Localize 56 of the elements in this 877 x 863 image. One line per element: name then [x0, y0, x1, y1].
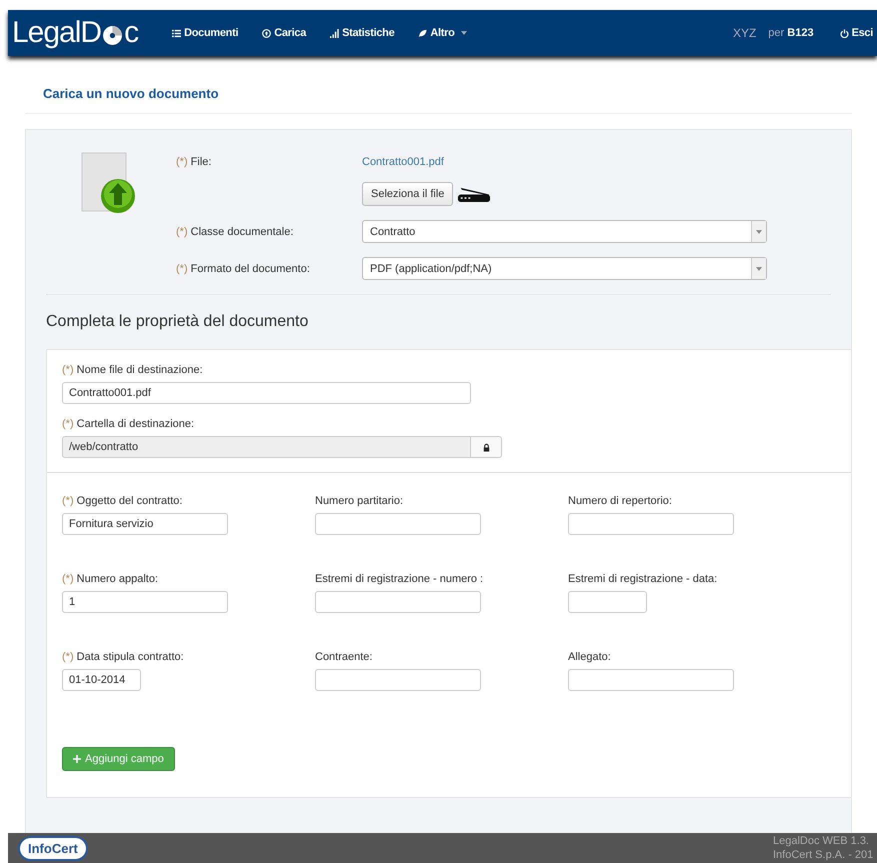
leaf-icon: [418, 28, 428, 38]
user-label: per B123: [768, 27, 814, 39]
nav-link[interactable]: Documenti: [160, 27, 250, 39]
field-label: (*) Nome file di destinazione:: [62, 364, 204, 376]
field-label: (*) Cartella di destinazione:: [62, 418, 196, 430]
input-field[interactable]: 1: [62, 591, 228, 613]
power-icon: [840, 28, 849, 38]
disc-icon: [102, 25, 124, 46]
dropdown-field[interactable]: PDF (application/pdf;NA): [362, 257, 767, 280]
field-label: Contraente:: [315, 651, 374, 663]
field-label: (*) Formato del documento:: [176, 262, 311, 275]
plus-icon: [73, 755, 81, 763]
input-field[interactable]: [315, 513, 481, 535]
lock-button[interactable]: [471, 436, 502, 458]
scanner-icon: [457, 186, 492, 202]
field-label: Numero di repertorio:: [568, 495, 673, 507]
input-field[interactable]: Fornitura servizio: [62, 513, 228, 535]
input-field[interactable]: /web/contratto: [62, 436, 471, 458]
field-label: (*) File:: [176, 155, 212, 168]
logout-link[interactable]: Esci: [828, 27, 877, 39]
input-field[interactable]: [568, 669, 734, 691]
field-label: (*) Data stipula contratto:: [62, 651, 185, 663]
input-field[interactable]: 01-10-2014: [62, 669, 141, 691]
input-field[interactable]: Contratto001.pdf: [62, 382, 471, 404]
file-name: Contratto001.pdf: [362, 156, 445, 168]
input-field[interactable]: [568, 513, 734, 535]
input-field[interactable]: [315, 669, 481, 691]
organization-name: XYZ: [732, 26, 756, 40]
section-title: Completa le proprietà del documento: [46, 312, 310, 332]
field-label: Estremi di registrazione - numero :: [315, 573, 484, 585]
copyright-text: InfoCert S.p.A. - 201: [773, 848, 874, 862]
page-title: Carica un nuovo documento: [25, 56, 852, 114]
lock-icon: [482, 442, 490, 452]
upload-icon: [262, 28, 272, 38]
nav-link[interactable]: Altro: [406, 27, 479, 39]
select-file-button[interactable]: Seleziona il file: [362, 182, 454, 206]
field-label: Allegato:: [568, 651, 612, 663]
caret-icon: [756, 266, 762, 270]
list-icon: [172, 28, 182, 38]
caret-icon: [756, 230, 762, 234]
field-label: Estremi di registrazione - data:: [568, 573, 718, 585]
input-field[interactable]: [315, 591, 481, 613]
signal-bars-icon: [330, 28, 340, 38]
caret-icon: [460, 31, 467, 35]
logo[interactable]: LegalD c: [8, 16, 160, 50]
nav-link[interactable]: Carica: [250, 27, 318, 39]
company-logo: InfoCert: [20, 838, 86, 858]
field-label: (*) Numero appalto:: [62, 573, 159, 585]
nav-link[interactable]: Statistiche: [318, 27, 406, 39]
version-text: LegalDoc WEB 1.3.: [773, 834, 869, 848]
field-label: (*) Classe documentale:: [176, 225, 294, 238]
dropdown-field[interactable]: Contratto: [362, 220, 767, 243]
field-label: (*) Oggetto del contratto:: [62, 495, 184, 507]
input-field[interactable]: [568, 591, 647, 613]
field-label: Numero partitario:: [315, 495, 404, 507]
document-upload-icon: [80, 152, 136, 214]
